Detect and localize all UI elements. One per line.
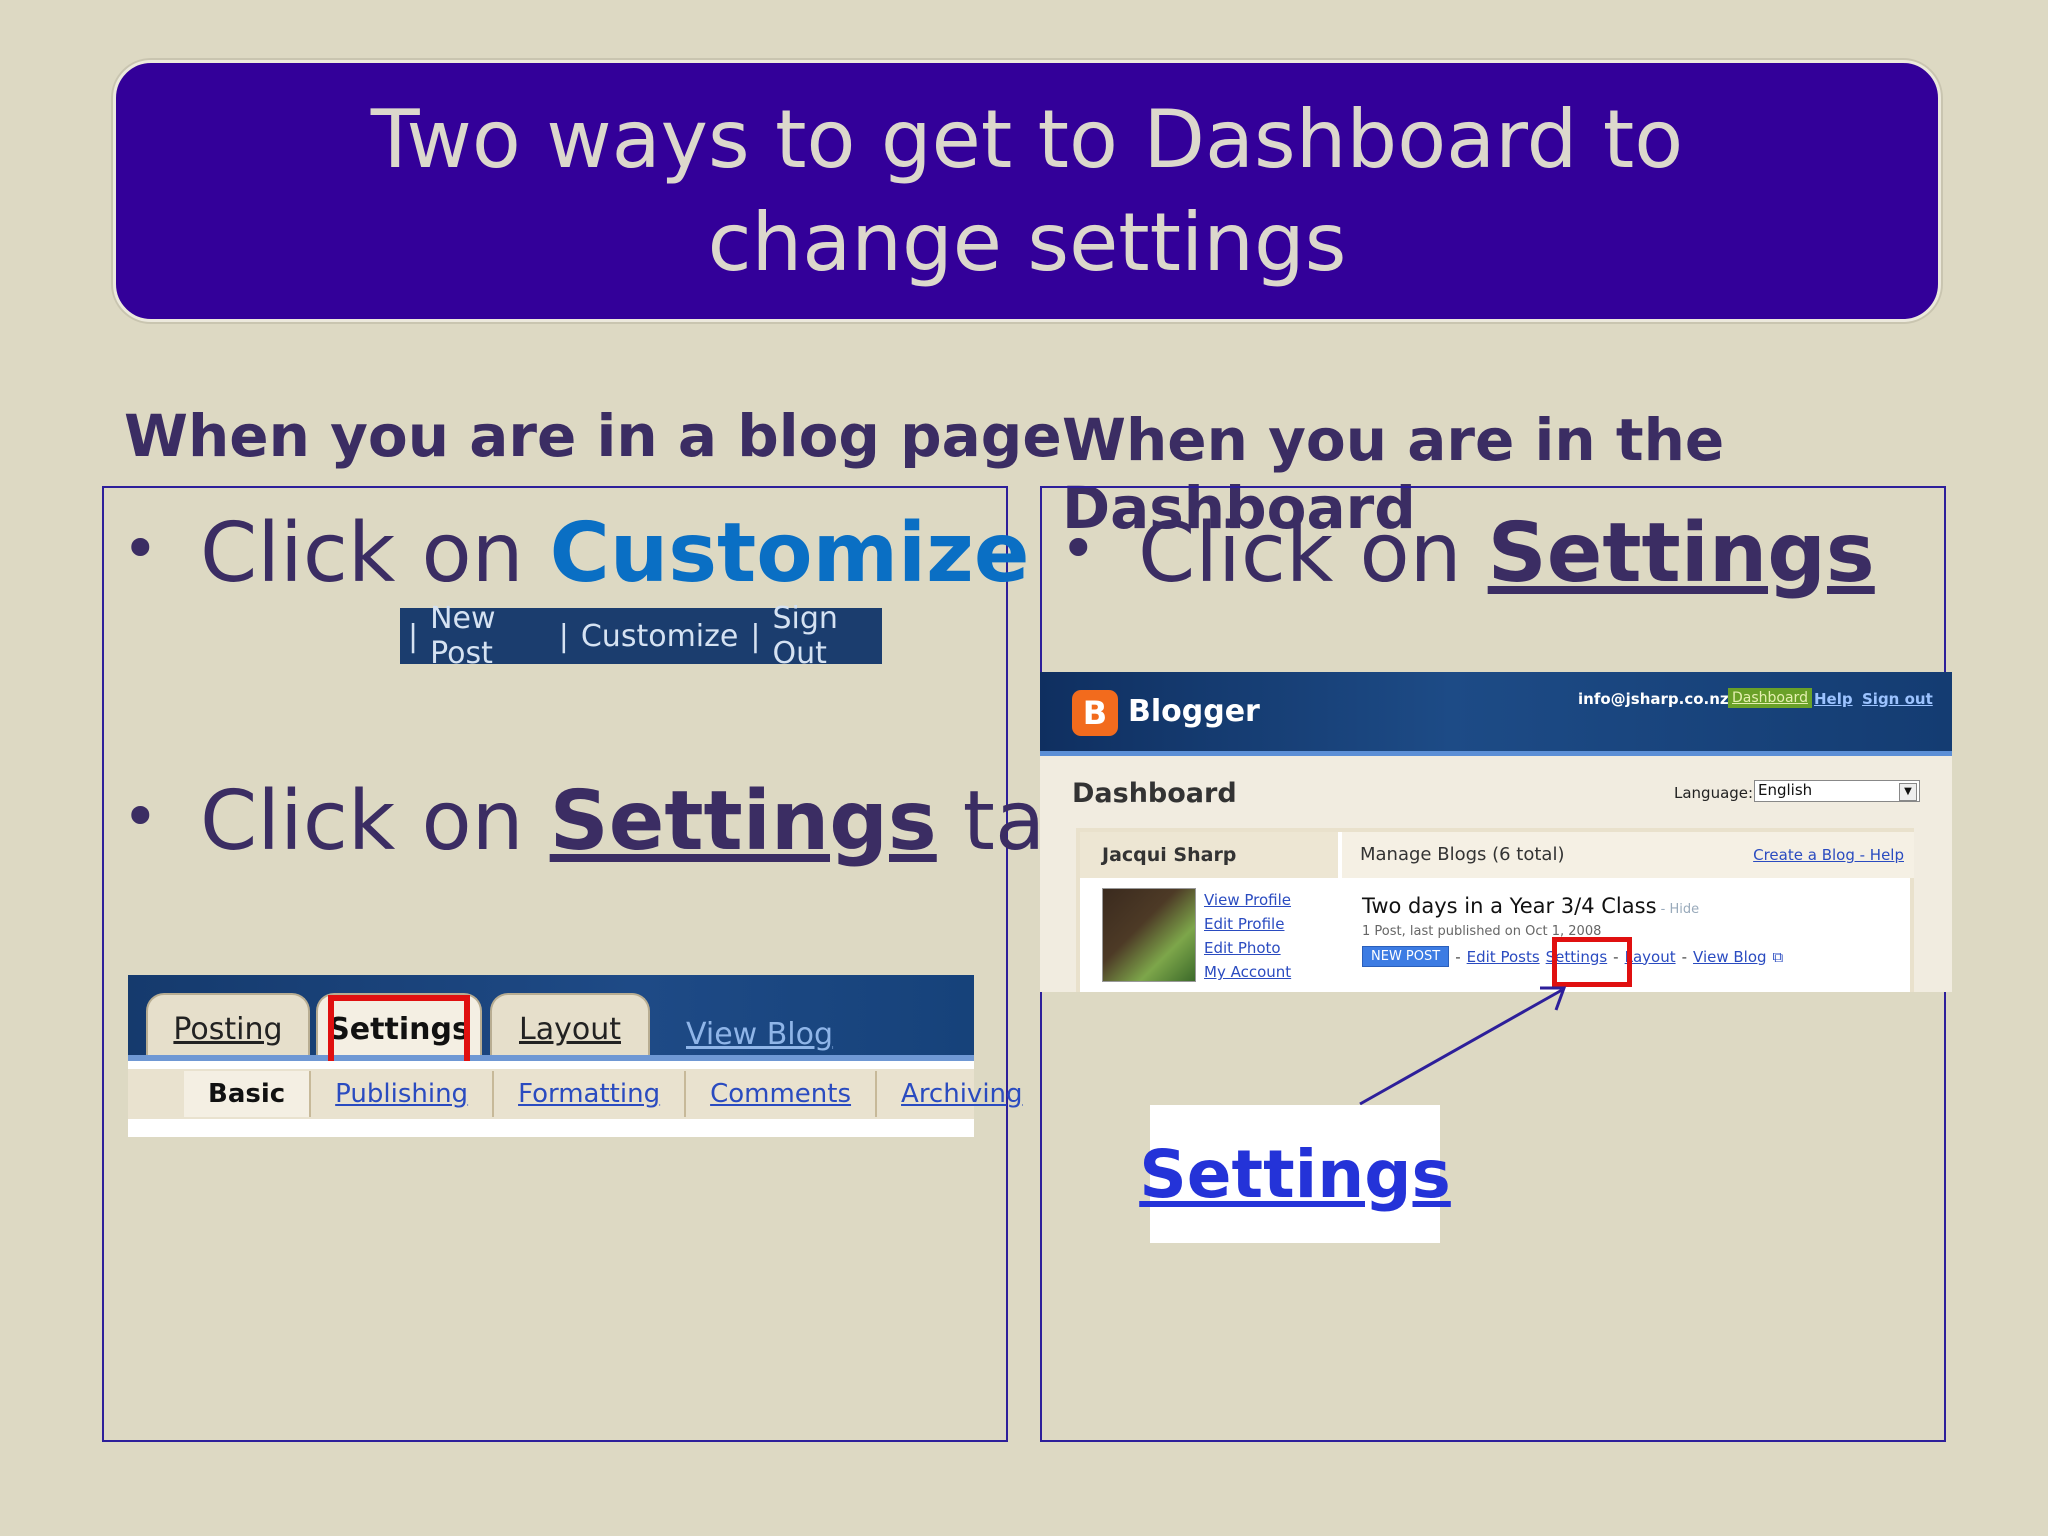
blog-title: Two days in a Year 3/4 Class - Hide xyxy=(1362,894,1700,918)
profile-links: View Profile Edit Profile Edit Photo My … xyxy=(1204,888,1291,984)
help-link[interactable]: Help xyxy=(1814,690,1853,708)
new-post-button[interactable]: NEW POST xyxy=(1362,946,1450,967)
dashboard-link[interactable]: Dashboard xyxy=(1728,688,1812,708)
avatar xyxy=(1102,888,1196,982)
slide-title: Two ways to get to Dashboard to change s… xyxy=(370,93,1684,289)
blogger-logo-icon: B xyxy=(1072,690,1118,736)
dashboard-content: Jacqui Sharp Manage Blogs (6 total) Crea… xyxy=(1076,828,1914,992)
subtab-archiving[interactable]: Archiving xyxy=(875,1071,1047,1117)
edit-photo-link[interactable]: Edit Photo xyxy=(1204,936,1291,960)
blog-nav-bar: | New Post | Customize | Sign Out xyxy=(400,601,882,671)
new-post-link[interactable]: New Post xyxy=(430,601,547,671)
bullet-dot: • xyxy=(1060,512,1097,585)
left-heading: When you are in a blog page xyxy=(124,402,1062,470)
settings-highlight: Settings xyxy=(1487,506,1875,601)
subtab-publishing[interactable]: Publishing xyxy=(309,1071,492,1117)
right-bullet-1: Click on Settings xyxy=(1138,506,1875,601)
language-label: Language: xyxy=(1674,784,1754,802)
zoomed-settings-link: Settings xyxy=(1139,1135,1451,1213)
sign-out-link[interactable]: Sign out xyxy=(1862,690,1933,708)
chevron-down-icon: ▼ xyxy=(1899,783,1917,801)
settings-highlight: Settings xyxy=(549,774,937,869)
tab-posting[interactable]: Posting xyxy=(146,993,310,1063)
subtab-bar: Basic Publishing Formatting Comments Arc… xyxy=(128,1069,1023,1119)
blogger-header: B Blogger info@jsharp.co.nz Dashboard He… xyxy=(1040,672,1952,756)
bullet-text: Click on xyxy=(200,506,550,601)
hide-link[interactable]: - Hide xyxy=(1657,902,1699,917)
account-email: info@jsharp.co.nz xyxy=(1578,690,1729,708)
manage-blogs-heading: Manage Blogs (6 total) xyxy=(1360,844,1565,865)
blog-settings-tabs-screenshot: Posting Settings Layout View Blog Basic … xyxy=(128,975,1023,1137)
left-bullet-1: Click on Customize xyxy=(200,506,1029,601)
create-blog-link[interactable]: Create a Blog - Help xyxy=(1753,846,1904,864)
tab-layout[interactable]: Layout xyxy=(490,993,650,1063)
edit-profile-link[interactable]: Edit Profile xyxy=(1204,912,1291,936)
title-banner: Two ways to get to Dashboard to change s… xyxy=(113,60,1941,322)
view-blog-link[interactable]: View Blog xyxy=(686,1017,833,1052)
subtab-basic[interactable]: Basic xyxy=(184,1071,310,1117)
view-blog-link[interactable]: View Blog xyxy=(1693,948,1767,966)
language-select[interactable]: English ▼ xyxy=(1754,780,1920,802)
dashboard-title: Dashboard xyxy=(1072,778,1237,809)
view-profile-link[interactable]: View Profile xyxy=(1204,888,1291,912)
subtab-comments[interactable]: Comments xyxy=(684,1071,875,1117)
left-bullet-2: Click on Settings tab xyxy=(200,774,1098,869)
user-name: Jacqui Sharp xyxy=(1102,844,1237,866)
customize-highlight: Customize xyxy=(549,506,1030,601)
blogger-dashboard-screenshot: B Blogger info@jsharp.co.nz Dashboard He… xyxy=(1040,672,1952,992)
zoomed-settings-callout: Settings xyxy=(1139,1105,1451,1243)
external-link-icon: ⧉ xyxy=(1772,947,1784,966)
pointer-arrow xyxy=(1359,986,1567,1106)
subtab-formatting[interactable]: Formatting xyxy=(492,1071,684,1117)
sign-out-link[interactable]: Sign Out xyxy=(772,601,882,671)
my-account-link[interactable]: My Account xyxy=(1204,960,1291,984)
edit-posts-link[interactable]: Edit Posts xyxy=(1467,948,1540,966)
blogger-brand: Blogger xyxy=(1128,694,1260,729)
bullet-dot: • xyxy=(122,780,159,853)
customize-link[interactable]: Customize xyxy=(581,619,738,654)
bullet-dot: • xyxy=(122,512,159,585)
layout-link[interactable]: Layout xyxy=(1625,948,1676,966)
